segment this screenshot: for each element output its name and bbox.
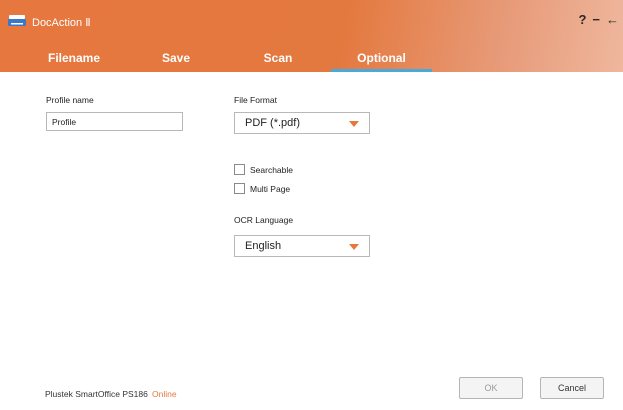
triangle-down-icon xyxy=(349,121,359,127)
multi-page-checkbox[interactable] xyxy=(234,183,245,194)
optional-panel: Profile name File Format PDF (*.pdf) Sea… xyxy=(0,72,623,410)
scanner-icon xyxy=(8,15,26,26)
tab-label: Optional xyxy=(357,51,406,65)
cancel-button[interactable]: Cancel xyxy=(540,377,604,399)
window-controls: ? − ← xyxy=(578,12,619,28)
app-title: DocAction Ⅱ xyxy=(32,17,91,29)
tab-label: Filename xyxy=(47,51,101,65)
profile-name-label: Profile name xyxy=(46,95,94,105)
multi-page-option[interactable]: Multi Page xyxy=(234,183,290,194)
ok-button[interactable]: OK xyxy=(459,377,523,399)
triangle-down-icon xyxy=(349,244,359,250)
tab-optional[interactable]: Optional xyxy=(331,44,432,72)
ocr-language-select[interactable]: English xyxy=(234,235,370,257)
help-button[interactable]: ? xyxy=(578,12,586,28)
multi-page-label: Multi Page xyxy=(250,183,291,194)
header-bar: DocAction Ⅱ ? − ← Filename Save Scan Opt… xyxy=(0,0,623,72)
file-format-value: PDF (*.pdf) xyxy=(245,117,301,129)
tab-label: Save xyxy=(161,51,191,65)
file-format-select[interactable]: PDF (*.pdf) xyxy=(234,112,370,134)
searchable-label: Searchable xyxy=(250,164,294,175)
tab-label: Scan xyxy=(263,51,293,65)
tab-save[interactable]: Save xyxy=(136,44,216,72)
ocr-language-label: OCR Language xyxy=(234,215,294,225)
searchable-option[interactable]: Searchable xyxy=(234,164,293,175)
tab-filename[interactable]: Filename xyxy=(34,44,114,72)
searchable-checkbox[interactable] xyxy=(234,164,245,175)
device-name: Plustek SmartOffice PS186 xyxy=(45,389,148,399)
title-bar: DocAction Ⅱ ? − ← xyxy=(0,0,623,44)
tab-scan[interactable]: Scan xyxy=(238,44,318,72)
minimize-button[interactable]: − xyxy=(592,12,600,28)
back-button[interactable]: ← xyxy=(606,12,619,28)
device-status: Online xyxy=(152,389,177,399)
tab-bar: Filename Save Scan Optional xyxy=(0,44,623,72)
ocr-language-value: English xyxy=(245,240,282,252)
profile-name-input[interactable] xyxy=(46,112,183,131)
app-window: DocAction Ⅱ ? − ← Filename Save Scan Opt… xyxy=(0,0,623,410)
file-format-label: File Format xyxy=(234,95,277,105)
